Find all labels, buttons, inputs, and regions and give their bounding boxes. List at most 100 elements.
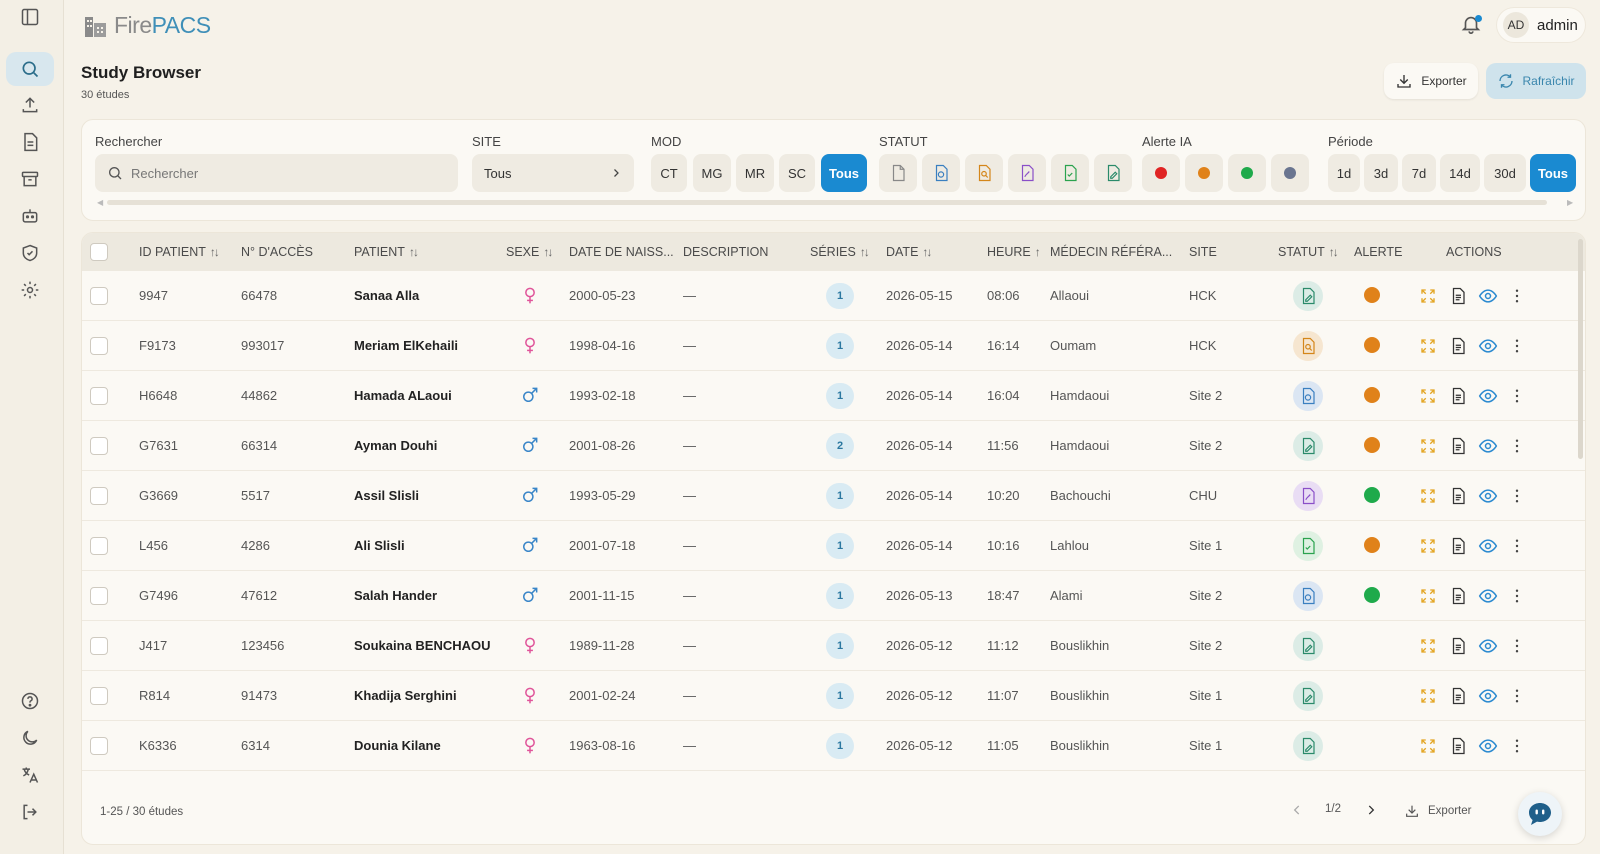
- user-menu[interactable]: AD admin: [1497, 8, 1585, 42]
- reports-nav-icon[interactable]: [6, 125, 54, 159]
- export-button[interactable]: Exporter: [1384, 63, 1478, 99]
- status-filter-done-icon[interactable]: [1051, 154, 1089, 192]
- row-checkbox[interactable]: [90, 387, 108, 405]
- settings-nav-icon[interactable]: [6, 273, 54, 307]
- period-chip-14d[interactable]: 14d: [1440, 154, 1480, 192]
- expand-icon[interactable]: [1417, 685, 1439, 707]
- scroll-left-arrow[interactable]: ◀: [97, 198, 103, 207]
- dark-mode-icon[interactable]: [6, 721, 54, 755]
- table-row[interactable]: G3669 5517 Assil Slisli 1993-05-29 — 1 2026-05…: [82, 471, 1585, 521]
- report-icon[interactable]: [1447, 385, 1469, 407]
- status-filter-review-icon[interactable]: [965, 154, 1003, 192]
- ai-alert-gray[interactable]: [1271, 154, 1309, 192]
- row-checkbox[interactable]: [90, 537, 108, 555]
- status-filter-new-icon[interactable]: [879, 154, 917, 192]
- col-alert[interactable]: ALERTE: [1354, 245, 1402, 259]
- shield-nav-icon[interactable]: [6, 236, 54, 270]
- more-options-icon[interactable]: [1506, 685, 1528, 707]
- expand-icon[interactable]: [1417, 485, 1439, 507]
- expand-icon[interactable]: [1417, 635, 1439, 657]
- upload-nav-icon[interactable]: [6, 88, 54, 122]
- more-options-icon[interactable]: [1506, 585, 1528, 607]
- row-checkbox[interactable]: [90, 687, 108, 705]
- expand-icon[interactable]: [1417, 735, 1439, 757]
- col-date[interactable]: DATE ↑↓: [886, 245, 932, 259]
- period-chip-7d[interactable]: 7d: [1402, 154, 1436, 192]
- ai-alert-green[interactable]: [1228, 154, 1266, 192]
- toggle-sidebar-icon[interactable]: [6, 0, 54, 34]
- mod-chip-mr[interactable]: MR: [736, 154, 774, 192]
- report-icon[interactable]: [1447, 685, 1469, 707]
- status-validated-icon[interactable]: [1293, 631, 1323, 661]
- report-icon[interactable]: [1447, 635, 1469, 657]
- expand-icon[interactable]: [1417, 435, 1439, 457]
- footer-export-button[interactable]: Exporter: [1404, 803, 1471, 819]
- select-all-checkbox[interactable]: [90, 243, 108, 261]
- view-eye-icon[interactable]: [1477, 435, 1499, 457]
- table-row[interactable]: H6648 44862 Hamada ALaoui 1993-02-18 — 1 2026-…: [82, 371, 1585, 421]
- robot-nav-icon[interactable]: [6, 199, 54, 233]
- mod-chip-mg[interactable]: MG: [693, 154, 731, 192]
- row-checkbox[interactable]: [90, 737, 108, 755]
- language-icon[interactable]: [6, 758, 54, 792]
- view-eye-icon[interactable]: [1477, 285, 1499, 307]
- more-options-icon[interactable]: [1506, 285, 1528, 307]
- col-site[interactable]: SITE: [1189, 245, 1217, 259]
- view-eye-icon[interactable]: [1477, 585, 1499, 607]
- view-eye-icon[interactable]: [1477, 535, 1499, 557]
- status-validated-icon[interactable]: [1293, 431, 1323, 461]
- row-checkbox[interactable]: [90, 487, 108, 505]
- table-row[interactable]: F9173 993017 Meriam ElKehaili 1998-04-16 — 1 2…: [82, 321, 1585, 371]
- table-row[interactable]: G7496 47612 Salah Hander 2001-11-15 — 1 2026-0…: [82, 571, 1585, 621]
- more-options-icon[interactable]: [1506, 335, 1528, 357]
- archive-nav-icon[interactable]: [6, 162, 54, 196]
- expand-icon[interactable]: [1417, 335, 1439, 357]
- prev-page-button[interactable]: [1290, 803, 1304, 817]
- status-processing-icon[interactable]: [1293, 381, 1323, 411]
- view-eye-icon[interactable]: [1477, 485, 1499, 507]
- more-options-icon[interactable]: [1506, 485, 1528, 507]
- col-series[interactable]: SÉRIES ↑↓: [810, 245, 870, 259]
- period-chip-3d[interactable]: 3d: [1364, 154, 1398, 192]
- scroll-right-arrow[interactable]: ▶: [1567, 198, 1573, 207]
- row-checkbox[interactable]: [90, 587, 108, 605]
- col-patient[interactable]: PATIENT ↑↓: [354, 245, 419, 259]
- status-filter-signed-icon[interactable]: [1008, 154, 1046, 192]
- expand-icon[interactable]: [1417, 385, 1439, 407]
- mod-chip-ct[interactable]: CT: [651, 154, 687, 192]
- status-validated-icon[interactable]: [1293, 281, 1323, 311]
- next-page-button[interactable]: [1364, 803, 1378, 817]
- period-chip-all[interactable]: Tous: [1530, 154, 1576, 192]
- search-input[interactable]: [131, 165, 431, 181]
- status-signed-icon[interactable]: [1293, 481, 1323, 511]
- status-filter-validated-icon[interactable]: [1094, 154, 1132, 192]
- table-row[interactable]: G7631 66314 Ayman Douhi 2001-08-26 — 2 2026-05…: [82, 421, 1585, 471]
- table-row[interactable]: J417 123456 Soukaina BENCHAOU 1989-11-28 — 1 2…: [82, 621, 1585, 671]
- row-checkbox[interactable]: [90, 437, 108, 455]
- col-description[interactable]: DESCRIPTION: [683, 245, 768, 259]
- row-checkbox[interactable]: [90, 637, 108, 655]
- logout-icon[interactable]: [6, 795, 54, 829]
- status-filter-processing-icon[interactable]: [922, 154, 960, 192]
- status-validated-icon[interactable]: [1293, 681, 1323, 711]
- table-row[interactable]: 9947 66478 Sanaa Alla 2000-05-23 — 1 2026-05-1…: [82, 271, 1585, 321]
- notification-bell-icon[interactable]: [1460, 13, 1484, 37]
- view-eye-icon[interactable]: [1477, 735, 1499, 757]
- col-status[interactable]: STATUT ↑↓: [1278, 245, 1339, 259]
- status-done-icon[interactable]: [1293, 531, 1323, 561]
- refresh-button[interactable]: Rafraîchir: [1486, 63, 1586, 99]
- col-access-number[interactable]: N° D'ACCÈS: [241, 245, 313, 259]
- table-row[interactable]: L456 4286 Ali Slisli 2001-07-18 — 1 2026-05-14…: [82, 521, 1585, 571]
- expand-icon[interactable]: [1417, 285, 1439, 307]
- view-eye-icon[interactable]: [1477, 335, 1499, 357]
- filters-scrollbar[interactable]: [107, 200, 1547, 205]
- mod-chip-sc[interactable]: SC: [779, 154, 815, 192]
- view-eye-icon[interactable]: [1477, 635, 1499, 657]
- table-row[interactable]: K6336 6314 Dounia Kilane 1963-08-16 — 1 2026-0…: [82, 721, 1585, 771]
- more-options-icon[interactable]: [1506, 635, 1528, 657]
- report-icon[interactable]: [1447, 735, 1469, 757]
- report-icon[interactable]: [1447, 535, 1469, 557]
- col-time[interactable]: HEURE ↑: [987, 245, 1041, 259]
- col-birthdate[interactable]: DATE DE NAISS...: [569, 245, 674, 259]
- table-row[interactable]: R814 91473 Khadija Serghini 2001-02-24 — 1 202…: [82, 671, 1585, 721]
